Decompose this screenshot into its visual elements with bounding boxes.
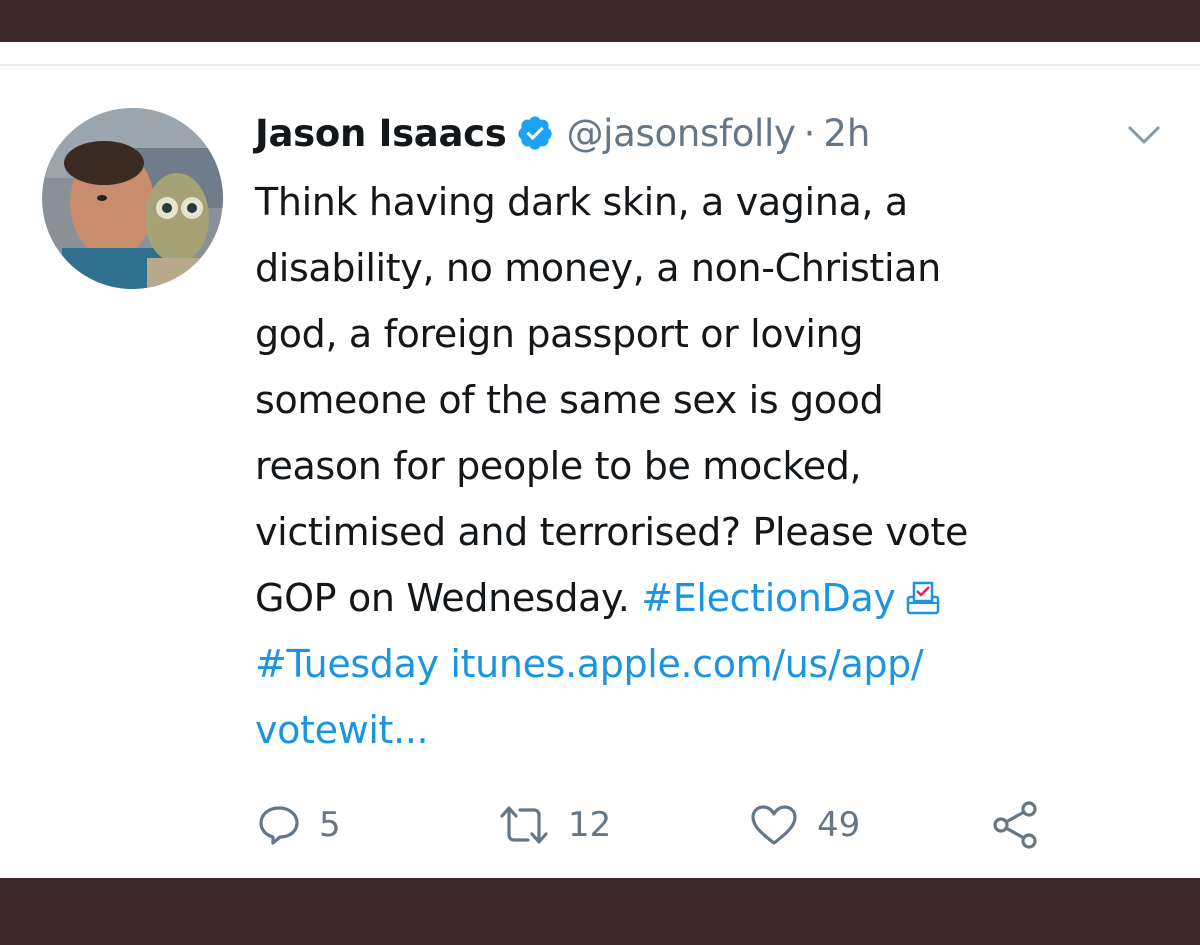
tweet-text-line: someone of the same sex is good xyxy=(255,378,884,422)
tweet-text-line: GOP on Wednesday. #ElectionDay xyxy=(255,565,1135,631)
chevron-down-icon[interactable] xyxy=(1124,120,1164,150)
author-name[interactable]: Jason Isaacs xyxy=(255,112,507,155)
heart-icon xyxy=(751,805,797,845)
tweet-text-line: #Tuesday itunes.apple.com/us/app/ xyxy=(255,631,1135,697)
hashtag-electionday-link[interactable]: #ElectionDay xyxy=(641,576,896,620)
share-button[interactable] xyxy=(990,790,1040,860)
tweet-text-line: Think having dark skin, a vagina, a xyxy=(255,180,908,224)
reply-count: 5 xyxy=(319,805,341,845)
timeline-divider xyxy=(0,64,1200,66)
verified-badge-icon xyxy=(516,114,554,152)
retweet-count: 12 xyxy=(568,805,612,845)
retweet-button[interactable]: 12 xyxy=(498,790,611,860)
itunes-link-continuation[interactable]: votewit... xyxy=(255,697,1135,763)
ballot-box-icon xyxy=(904,571,942,615)
tweet-header: Jason Isaacs @jasonsfolly · 2h xyxy=(255,104,870,162)
tweet-text-line: reason for people to be mocked, xyxy=(255,444,862,488)
like-button[interactable]: 49 xyxy=(749,790,860,860)
itunes-link[interactable]: itunes.apple.com/us/app/ xyxy=(439,642,923,686)
hashtag-tuesday-link[interactable]: #Tuesday xyxy=(255,642,439,686)
author-handle[interactable]: @jasonsfolly xyxy=(566,112,795,155)
retweet-icon xyxy=(500,806,548,844)
top-frame-bar xyxy=(0,0,1200,42)
avatar[interactable] xyxy=(42,108,223,289)
like-count: 49 xyxy=(817,805,861,845)
tweet-actions: 5 12 49 xyxy=(255,790,1155,860)
tweet-text-line: victimised and terrorised? Please vote xyxy=(255,510,969,554)
tweet-text-line: disability, no money, a non-Christian xyxy=(255,246,941,290)
tweet-timestamp[interactable]: 2h xyxy=(823,112,870,155)
reply-icon xyxy=(259,806,299,845)
tweet-text-segment: GOP on Wednesday. xyxy=(255,576,642,620)
tweet-text-line: god, a foreign passport or loving xyxy=(255,312,864,356)
share-icon xyxy=(993,801,1037,849)
reply-button[interactable]: 5 xyxy=(257,790,341,860)
tweet-body: Think having dark skin, a vagina, a disa… xyxy=(255,169,1135,763)
bottom-frame-bar xyxy=(0,878,1200,945)
separator-dot: · xyxy=(803,111,816,155)
